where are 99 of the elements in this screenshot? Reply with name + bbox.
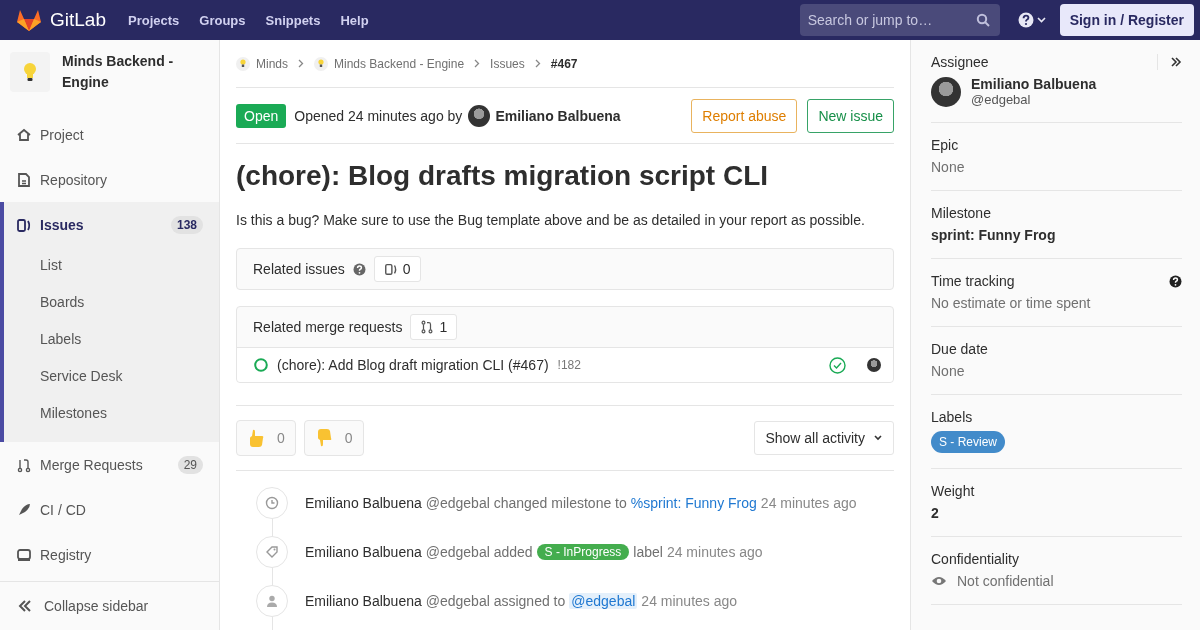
thumbs-up-icon xyxy=(247,428,265,448)
section-value: None xyxy=(931,159,965,175)
timestamp: 24 minutes ago xyxy=(666,544,763,560)
opened-text: Opened 24 minutes ago by xyxy=(294,107,463,124)
clock-icon xyxy=(256,487,288,519)
merge-request-ref: !182 xyxy=(557,358,581,372)
avatar xyxy=(867,358,881,372)
avatar xyxy=(931,76,961,107)
check-circle-icon xyxy=(829,356,846,374)
thumbs-down-button[interactable]: 0 xyxy=(303,420,364,456)
container-icon xyxy=(16,546,32,563)
eye-icon xyxy=(931,575,947,587)
user-mention[interactable]: @edgebal xyxy=(569,593,638,609)
assignee-username: @edgebal xyxy=(971,92,1032,107)
avatar xyxy=(468,104,491,127)
sidebar-item[interactable]: Merge Requests 29 xyxy=(4,442,219,487)
section-value: 2 xyxy=(931,505,939,521)
section-value: No estimate or time spent xyxy=(931,295,1091,311)
search-icon xyxy=(975,13,990,27)
lightbulb-icon xyxy=(318,59,324,68)
event-text: label xyxy=(633,544,663,560)
sidebar-subitem[interactable]: Service Desk xyxy=(4,358,219,395)
sidebar-subitem[interactable]: Boards xyxy=(4,284,219,321)
panel-title: Related issues xyxy=(253,261,345,277)
issue-description: Is this a bug? Make sure to use the Bug template above and be as detailed in your report as possible. xyxy=(236,212,866,228)
chevron-right-icon xyxy=(298,59,304,68)
activity-filter-dropdown[interactable]: Show all activity xyxy=(754,421,894,455)
event-text: @edgebal added xyxy=(425,544,533,560)
issues-icon xyxy=(16,216,32,233)
section-value: None xyxy=(931,363,965,379)
fox-logo-icon[interactable] xyxy=(16,8,42,32)
event-text: @edgebal changed milestone to xyxy=(425,495,627,511)
author-link[interactable]: Emiliano Balbuena xyxy=(305,593,422,609)
breadcrumb-link[interactable]: Minds Backend - Engine xyxy=(334,56,465,71)
section-title: Confidentiality xyxy=(931,551,1019,567)
thumbs-up-button[interactable]: 0 xyxy=(236,420,296,456)
section-value: Not confidential xyxy=(957,573,1054,589)
sidebar-subitem[interactable]: Milestones xyxy=(4,395,219,432)
chevron-right-icon xyxy=(534,59,541,68)
merge-request-link[interactable]: (chore): Add Blog draft migration CLI (#467) xyxy=(277,357,549,373)
issues-icon xyxy=(383,262,398,276)
milestone-link[interactable]: %sprint: Funny Frog xyxy=(630,495,757,511)
section-title: Assignee xyxy=(931,54,989,70)
lightbulb-icon xyxy=(23,62,37,82)
double-chevron-left-icon xyxy=(18,600,32,612)
section-title: Weight xyxy=(931,483,975,499)
chevron-down-icon xyxy=(873,434,883,442)
merge-request-icon xyxy=(16,456,32,473)
event-text: @edgebal assigned to xyxy=(425,593,566,609)
section-title: Epic xyxy=(931,137,959,153)
breadcrumb-link[interactable]: #467 xyxy=(550,56,578,71)
sidebar-item[interactable]: Repository xyxy=(4,157,219,202)
section-title: Due date xyxy=(931,341,988,357)
section-title: Labels xyxy=(931,409,973,425)
search-field[interactable]: Search or jump to… xyxy=(799,4,1000,36)
issue-title: (chore): Blog drafts migration script CLI xyxy=(236,160,770,192)
author-link[interactable]: Emiliano Balbuena xyxy=(495,107,621,124)
help-menu-button[interactable] xyxy=(1017,12,1048,28)
tag-icon xyxy=(256,536,288,568)
breadcrumb-link[interactable]: Minds xyxy=(256,56,288,71)
breadcrumb-link[interactable]: Issues xyxy=(490,56,525,71)
lightbulb-icon xyxy=(240,59,246,68)
sidebar-subitem[interactable]: Labels xyxy=(4,321,219,358)
author-link[interactable]: Emiliano Balbuena xyxy=(305,495,422,511)
user-icon xyxy=(256,585,288,617)
timestamp: 24 minutes ago xyxy=(760,495,857,511)
timestamp: 24 minutes ago xyxy=(641,593,738,609)
logo-text[interactable]: GitLab xyxy=(50,9,106,31)
count-badge: 29 xyxy=(177,455,203,474)
section-title: Time tracking xyxy=(931,273,1015,289)
open-status-icon xyxy=(254,358,268,372)
sidebar-subitem[interactable]: List xyxy=(4,247,219,284)
panel-title: Related merge requests xyxy=(253,319,403,335)
sidebar-item[interactable]: Registry xyxy=(4,532,219,577)
sidebar-item[interactable]: Issues 138 xyxy=(4,202,219,247)
count-text: 1 xyxy=(439,319,448,335)
count-badge: 138 xyxy=(170,215,203,234)
document-icon xyxy=(16,171,32,188)
new-issue-button[interactable]: New issue xyxy=(807,98,894,133)
count-text: 0 xyxy=(402,261,411,277)
status-badge: Open xyxy=(236,103,287,128)
sidebar-item[interactable]: CI / CD xyxy=(4,487,219,532)
nav-link[interactable]: Projects xyxy=(128,12,180,28)
home-icon xyxy=(16,126,32,143)
double-chevron-right-icon[interactable] xyxy=(1170,56,1182,68)
section-value: sprint: Funny Frog xyxy=(931,227,1056,243)
sidebar-item[interactable]: Project xyxy=(4,112,219,157)
help-icon[interactable] xyxy=(1169,274,1182,288)
sign-in-button[interactable]: Sign in / Register xyxy=(1059,4,1194,36)
section-title: Milestone xyxy=(931,205,991,221)
nav-link[interactable]: Snippets xyxy=(265,12,321,28)
label-tag[interactable]: S - Review xyxy=(931,431,1005,453)
author-link[interactable]: Emiliano Balbuena xyxy=(305,544,422,560)
project-name[interactable]: Minds Backend - Engine xyxy=(62,51,209,93)
nav-link[interactable]: Groups xyxy=(199,12,246,28)
merge-request-icon xyxy=(420,320,435,334)
chevron-right-icon xyxy=(474,59,481,68)
assignee-name[interactable]: Emiliano Balbuena xyxy=(971,76,1097,92)
nav-link[interactable]: Help xyxy=(340,12,369,28)
